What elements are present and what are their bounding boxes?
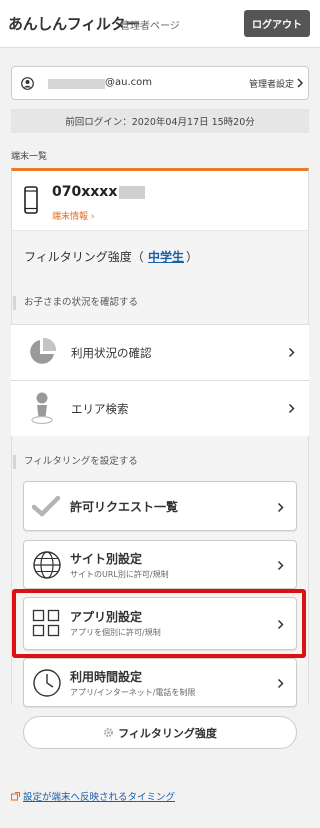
filtering-strength-label: フィルタリング強度（: [24, 250, 144, 264]
chevron-right-icon: [277, 678, 284, 689]
location-person-icon: [31, 392, 53, 425]
area-search-row[interactable]: エリア検索: [11, 380, 309, 436]
chevron-right-icon: [297, 78, 304, 88]
chevron-right-icon: [277, 502, 284, 513]
usage-status-label: 利用状況の確認: [71, 346, 152, 360]
device-phone-number: 070xxxx: [52, 184, 118, 200]
filtering-strength-button-label: フィルタリング強度: [118, 726, 217, 740]
usage-time-settings-tile[interactable]: 利用時間設定 アプリ/インターネット/電話を制限: [23, 658, 297, 707]
filtering-strength-row: フィルタリング強度（ 中学生 ）: [11, 230, 309, 280]
admin-settings-link[interactable]: 管理者設定: [249, 77, 294, 90]
account-bar[interactable]: @au.com 管理者設定: [11, 66, 309, 100]
site-settings-tile[interactable]: サイト別設定 サイトのURL別に許可/規制: [23, 540, 297, 589]
usage-status-row[interactable]: 利用状況の確認: [11, 324, 309, 380]
highlight-frame: [12, 589, 306, 658]
page-subtitle: 管理者ページ: [120, 21, 180, 32]
filtering-strength-close: ）: [186, 250, 199, 264]
usage-time-settings-description: アプリ/インターネット/電話を制限: [70, 688, 196, 697]
gear-icon: [104, 728, 114, 737]
status-section-label: お子さまの状況を確認する: [13, 296, 138, 310]
permission-request-list-tile[interactable]: 許可リクエスト一覧: [23, 481, 297, 531]
site-settings-label: サイト別設定: [70, 552, 143, 566]
account-email: @au.com: [105, 77, 153, 88]
globe-icon: [33, 551, 61, 579]
masked-email-prefix: [48, 79, 105, 89]
settings-timing-link[interactable]: 設定が端末へ反映されるタイミング: [11, 789, 175, 803]
devices-section-label: 端末一覧: [11, 152, 48, 162]
usage-time-settings-label: 利用時間設定: [70, 670, 143, 684]
chevron-right-icon: [277, 560, 284, 571]
app-header: あんしんフィルター 管理者ページ ログアウト: [0, 0, 320, 48]
site-settings-description: サイトのURL別に許可/規制: [70, 570, 169, 579]
filtering-strength-level-link[interactable]: 中学生: [148, 248, 184, 265]
last-login-info: 前回ログイン：2020年04月17日 15時20分: [11, 109, 309, 133]
logout-button[interactable]: ログアウト: [244, 10, 310, 37]
area-search-label: エリア検索: [71, 402, 129, 416]
chevron-right-icon: [288, 403, 295, 414]
filter-section-label: フィルタリングを設定する: [13, 455, 138, 469]
smartphone-icon: [24, 186, 38, 214]
pie-chart-icon: [30, 337, 57, 364]
device-card[interactable]: 070xxxx 端末情報 ›: [11, 168, 309, 230]
external-link-icon: [11, 791, 20, 800]
permission-request-list-label: 許可リクエスト一覧: [70, 500, 179, 514]
chevron-right-icon: [288, 347, 295, 358]
settings-timing-link-label: 設定が端末へ反映されるタイミング: [23, 792, 176, 803]
masked-phone-digits: [119, 186, 145, 199]
device-info-link[interactable]: 端末情報 ›: [52, 209, 94, 222]
checkmark-icon: [32, 495, 60, 517]
user-icon: [21, 77, 34, 90]
clock-icon: [33, 669, 61, 697]
filtering-strength-button[interactable]: フィルタリング強度: [23, 716, 297, 749]
